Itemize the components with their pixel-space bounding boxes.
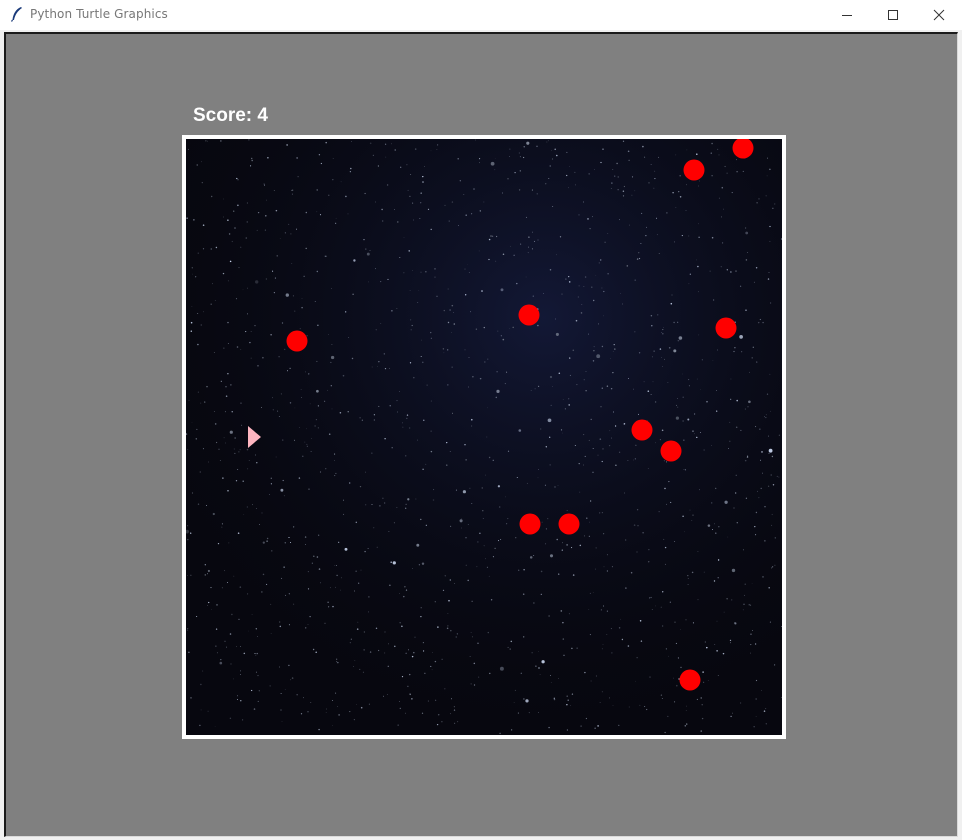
player-ship [248,426,261,448]
enemy-dot [286,330,308,352]
title-bar[interactable]: Python Turtle Graphics [0,0,962,30]
feather-icon [10,6,24,22]
score-label: Score: 4 [193,105,268,126]
enemy-dot [631,419,653,441]
enemy-dot [715,317,737,339]
sprite-layer [248,139,754,691]
enemy-dot [518,304,540,326]
maximize-icon [887,9,899,21]
enemy-dot [679,669,701,691]
enemy-dot [519,513,541,535]
window-title: Python Turtle Graphics [30,7,168,21]
minimize-button[interactable] [824,0,870,30]
enemy-dot [558,513,580,535]
enemy-dot [683,159,705,181]
game-playfield[interactable] [182,135,786,739]
close-icon [933,9,945,21]
enemy-dot [660,440,682,462]
maximize-button[interactable] [870,0,916,30]
turtle-window: Python Turtle Graphics Score: 4 [0,0,962,840]
enemy-dot [732,139,754,159]
close-button[interactable] [916,0,962,30]
minimize-icon [841,9,853,21]
